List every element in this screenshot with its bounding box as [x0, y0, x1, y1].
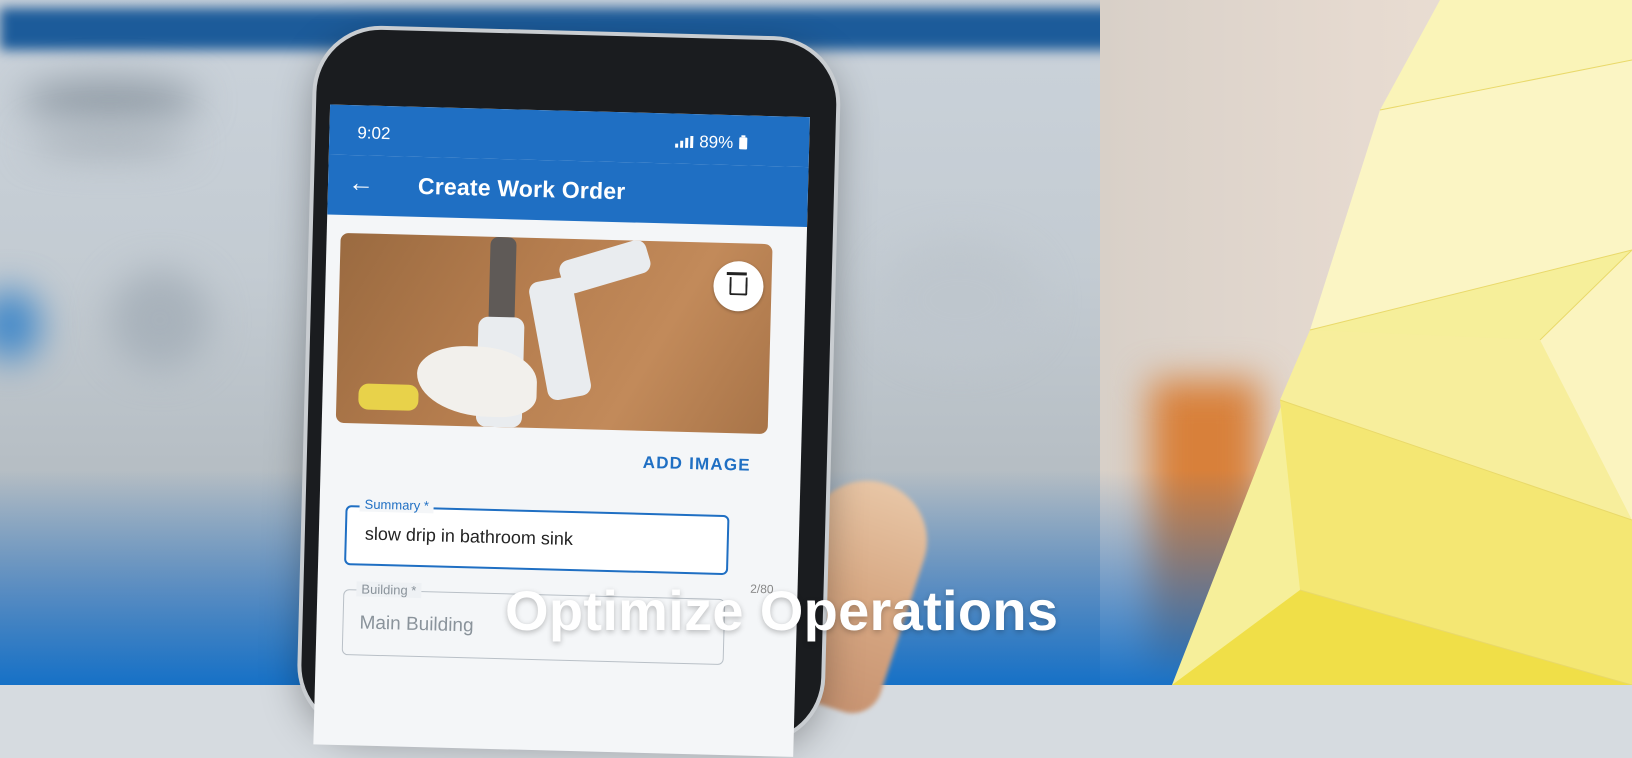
battery-percent: 89% — [698, 132, 734, 153]
summary-field[interactable]: Summary * slow drip in bathroom sink — [344, 496, 730, 576]
delete-image-button[interactable] — [712, 260, 765, 312]
summary-label: Summary * — [359, 496, 435, 514]
photo-pipe — [527, 275, 593, 402]
status-indicators: 89% — [675, 132, 748, 154]
page-title: Create Work Order — [417, 172, 626, 205]
battery-icon — [739, 137, 748, 150]
headline: Optimize Operations — [505, 579, 1059, 642]
photo-pipe — [556, 237, 653, 296]
phone-screen: 9:02 89% ← Create Work Order ADD IMAGE S… — [313, 104, 810, 757]
attached-photo — [335, 232, 773, 435]
add-image-button[interactable]: ADD IMAGE — [642, 453, 752, 476]
signal-icon — [675, 135, 694, 149]
building-value: Main Building — [359, 612, 474, 637]
photo-pipe — [488, 236, 517, 328]
status-time: 9:02 — [357, 123, 391, 144]
trash-icon — [729, 277, 748, 296]
photo-sponge — [358, 383, 419, 411]
app-bar: ← Create Work Order — [327, 154, 809, 228]
back-arrow-icon[interactable]: ← — [348, 167, 375, 199]
summary-value: slow drip in bathroom sink — [364, 523, 574, 550]
building-label: Building * — [356, 581, 422, 599]
